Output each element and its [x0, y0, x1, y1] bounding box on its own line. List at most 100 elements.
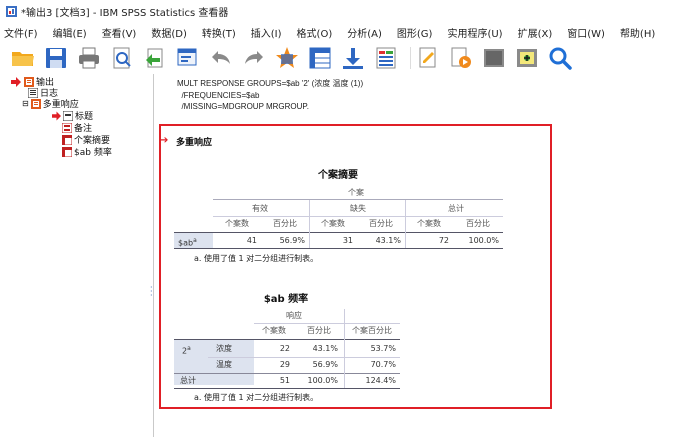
syntax-line: /MISSING=MDGROUP MRGROUP.	[177, 102, 309, 111]
cell-pct: 100.0%	[307, 376, 338, 385]
cell-n: 22	[279, 344, 290, 353]
folder-book-icon	[30, 98, 41, 109]
menu-utilities[interactable]: 实用程序(U)	[447, 25, 502, 40]
divider	[213, 199, 503, 200]
subheader: 个案数	[321, 219, 345, 228]
tree-item-multiple-response[interactable]: ⊟ 多重响应	[22, 98, 79, 110]
tree-label-multiple-response: 多重响应	[42, 100, 79, 110]
subheader: 个案数	[262, 326, 286, 335]
divider	[309, 200, 310, 248]
tree-arrow-icon	[52, 111, 61, 120]
tree-item-title[interactable]: 标题	[52, 110, 93, 122]
cell-case-pct: 124.4%	[365, 376, 396, 385]
total-label: 总计	[180, 376, 196, 385]
cell-pct: 43.1%	[312, 344, 338, 353]
subheader: 百分比	[466, 219, 490, 228]
goto-case-icon[interactable]	[307, 45, 333, 71]
frequency-title: $ab 频率	[263, 294, 309, 305]
goto-data-icon[interactable]	[274, 45, 300, 71]
col-header-missing: 缺失	[350, 204, 366, 213]
frequency-footnote: a. 使用了值 1 对二分组进行制表。	[194, 393, 319, 402]
title-bar: *输出3 [文档3] - IBM SPSS Statistics 查看器	[0, 0, 680, 22]
variables-icon[interactable]	[373, 45, 399, 71]
menu-bar: 文件(F) 编辑(E) 查看(V) 数据(D) 转换(T) 插入(I) 格式(O…	[0, 22, 680, 42]
menu-extensions[interactable]: 扩展(X)	[518, 25, 553, 40]
open-folder-icon[interactable]	[10, 45, 36, 71]
divider	[174, 388, 400, 389]
save-icon[interactable]	[43, 45, 69, 71]
current-item-arrow-icon: ➔	[160, 135, 169, 146]
create-title-icon[interactable]	[415, 45, 441, 71]
subheader: 百分比	[273, 219, 297, 228]
cell-pct: 56.9%	[312, 360, 338, 369]
output-book-icon	[24, 76, 34, 87]
subheader: 个案数	[225, 219, 249, 228]
subheader: 个案数	[417, 219, 441, 228]
splitter-handle-icon[interactable]: · · ·	[150, 284, 154, 300]
collapse-toggle-icon[interactable]: ⊟	[22, 99, 29, 108]
col-header-valid: 有效	[252, 204, 268, 213]
tree-item-case-summary[interactable]: 个案摘要	[62, 134, 110, 146]
menu-data[interactable]: 数据(D)	[151, 25, 187, 40]
cell-missing-pct: 43.1%	[375, 236, 401, 245]
output-content-pane: MULT RESPONSE GROUPS=$ab '2' (浓度 温度 (1))…	[158, 74, 680, 437]
cell-valid-n: 41	[246, 236, 257, 245]
col-header-responses: 响应	[286, 311, 302, 320]
cell-total-n: 72	[438, 236, 449, 245]
export-icon[interactable]	[142, 45, 168, 71]
syntax-line: MULT RESPONSE GROUPS=$ab '2' (浓度 温度 (1))	[177, 79, 364, 88]
menu-graphs[interactable]: 图形(G)	[397, 25, 433, 40]
find-icon[interactable]	[547, 45, 573, 71]
case-summary-title: 个案摘要	[318, 170, 358, 181]
print-preview-icon[interactable]	[109, 45, 135, 71]
divider	[174, 248, 503, 249]
print-icon[interactable]	[76, 45, 102, 71]
cell-case-pct: 70.7%	[370, 360, 396, 369]
syntax-log: MULT RESPONSE GROUPS=$ab '2' (浓度 温度 (1))…	[177, 78, 363, 113]
table-icon	[62, 134, 72, 145]
menu-help[interactable]: 帮助(H)	[620, 25, 655, 40]
log-icon	[28, 87, 38, 98]
undo-icon[interactable]	[208, 45, 234, 71]
menu-transform[interactable]: 转换(T)	[202, 25, 236, 40]
spss-viewer-window: *输出3 [文档3] - IBM SPSS Statistics 查看器 文件(…	[0, 0, 680, 437]
goto-variable-icon[interactable]	[340, 45, 366, 71]
recall-dialog-icon[interactable]	[175, 45, 201, 71]
cell-total-pct: 100.0%	[468, 236, 499, 245]
divider	[405, 200, 406, 248]
table-icon	[62, 146, 72, 157]
title-icon	[63, 110, 73, 121]
toolbar	[0, 42, 680, 74]
hide-icon[interactable]	[481, 45, 507, 71]
row-label-text: $ab	[178, 238, 194, 248]
row-label: 温度	[216, 360, 232, 369]
menu-insert[interactable]: 插入(I)	[251, 25, 282, 40]
menu-view[interactable]: 查看(V)	[102, 25, 137, 40]
cell-missing-n: 31	[342, 236, 353, 245]
section-title: 多重响应	[176, 138, 213, 148]
show-icon[interactable]	[514, 45, 540, 71]
subheader: 百分比	[369, 219, 393, 228]
group-label: 2a	[182, 342, 191, 356]
menu-format[interactable]: 格式(O)	[297, 25, 333, 40]
tree-item-notes[interactable]: 备注	[62, 122, 92, 134]
cell-n: 51	[279, 376, 290, 385]
tree-item-frequency[interactable]: $ab 频率	[62, 146, 112, 158]
cell-case-pct: 53.7%	[370, 344, 396, 353]
outline-pane: 输出 日志 ⊟ 多重响应 标题 备注 个案摘要 $ab 频率	[0, 74, 154, 437]
col-header-cases: 个案	[348, 188, 364, 197]
row-label-sup: a	[193, 237, 197, 244]
menu-window[interactable]: 窗口(W)	[567, 25, 605, 40]
tree-arrow-icon	[11, 76, 21, 87]
case-summary-footnote: a. 使用了值 1 对二分组进行制表。	[194, 254, 319, 263]
cell-valid-pct: 56.9%	[279, 236, 305, 245]
menu-analyze[interactable]: 分析(A)	[347, 25, 382, 40]
divider	[344, 309, 345, 388]
redo-icon[interactable]	[241, 45, 267, 71]
row-label-ab: $aba	[178, 234, 197, 248]
tree-label-frequency: $ab 频率	[74, 148, 112, 158]
menu-edit[interactable]: 编辑(E)	[53, 25, 87, 40]
row-label: 浓度	[216, 344, 232, 353]
designate-window-icon[interactable]	[448, 45, 474, 71]
menu-file[interactable]: 文件(F)	[4, 25, 38, 40]
